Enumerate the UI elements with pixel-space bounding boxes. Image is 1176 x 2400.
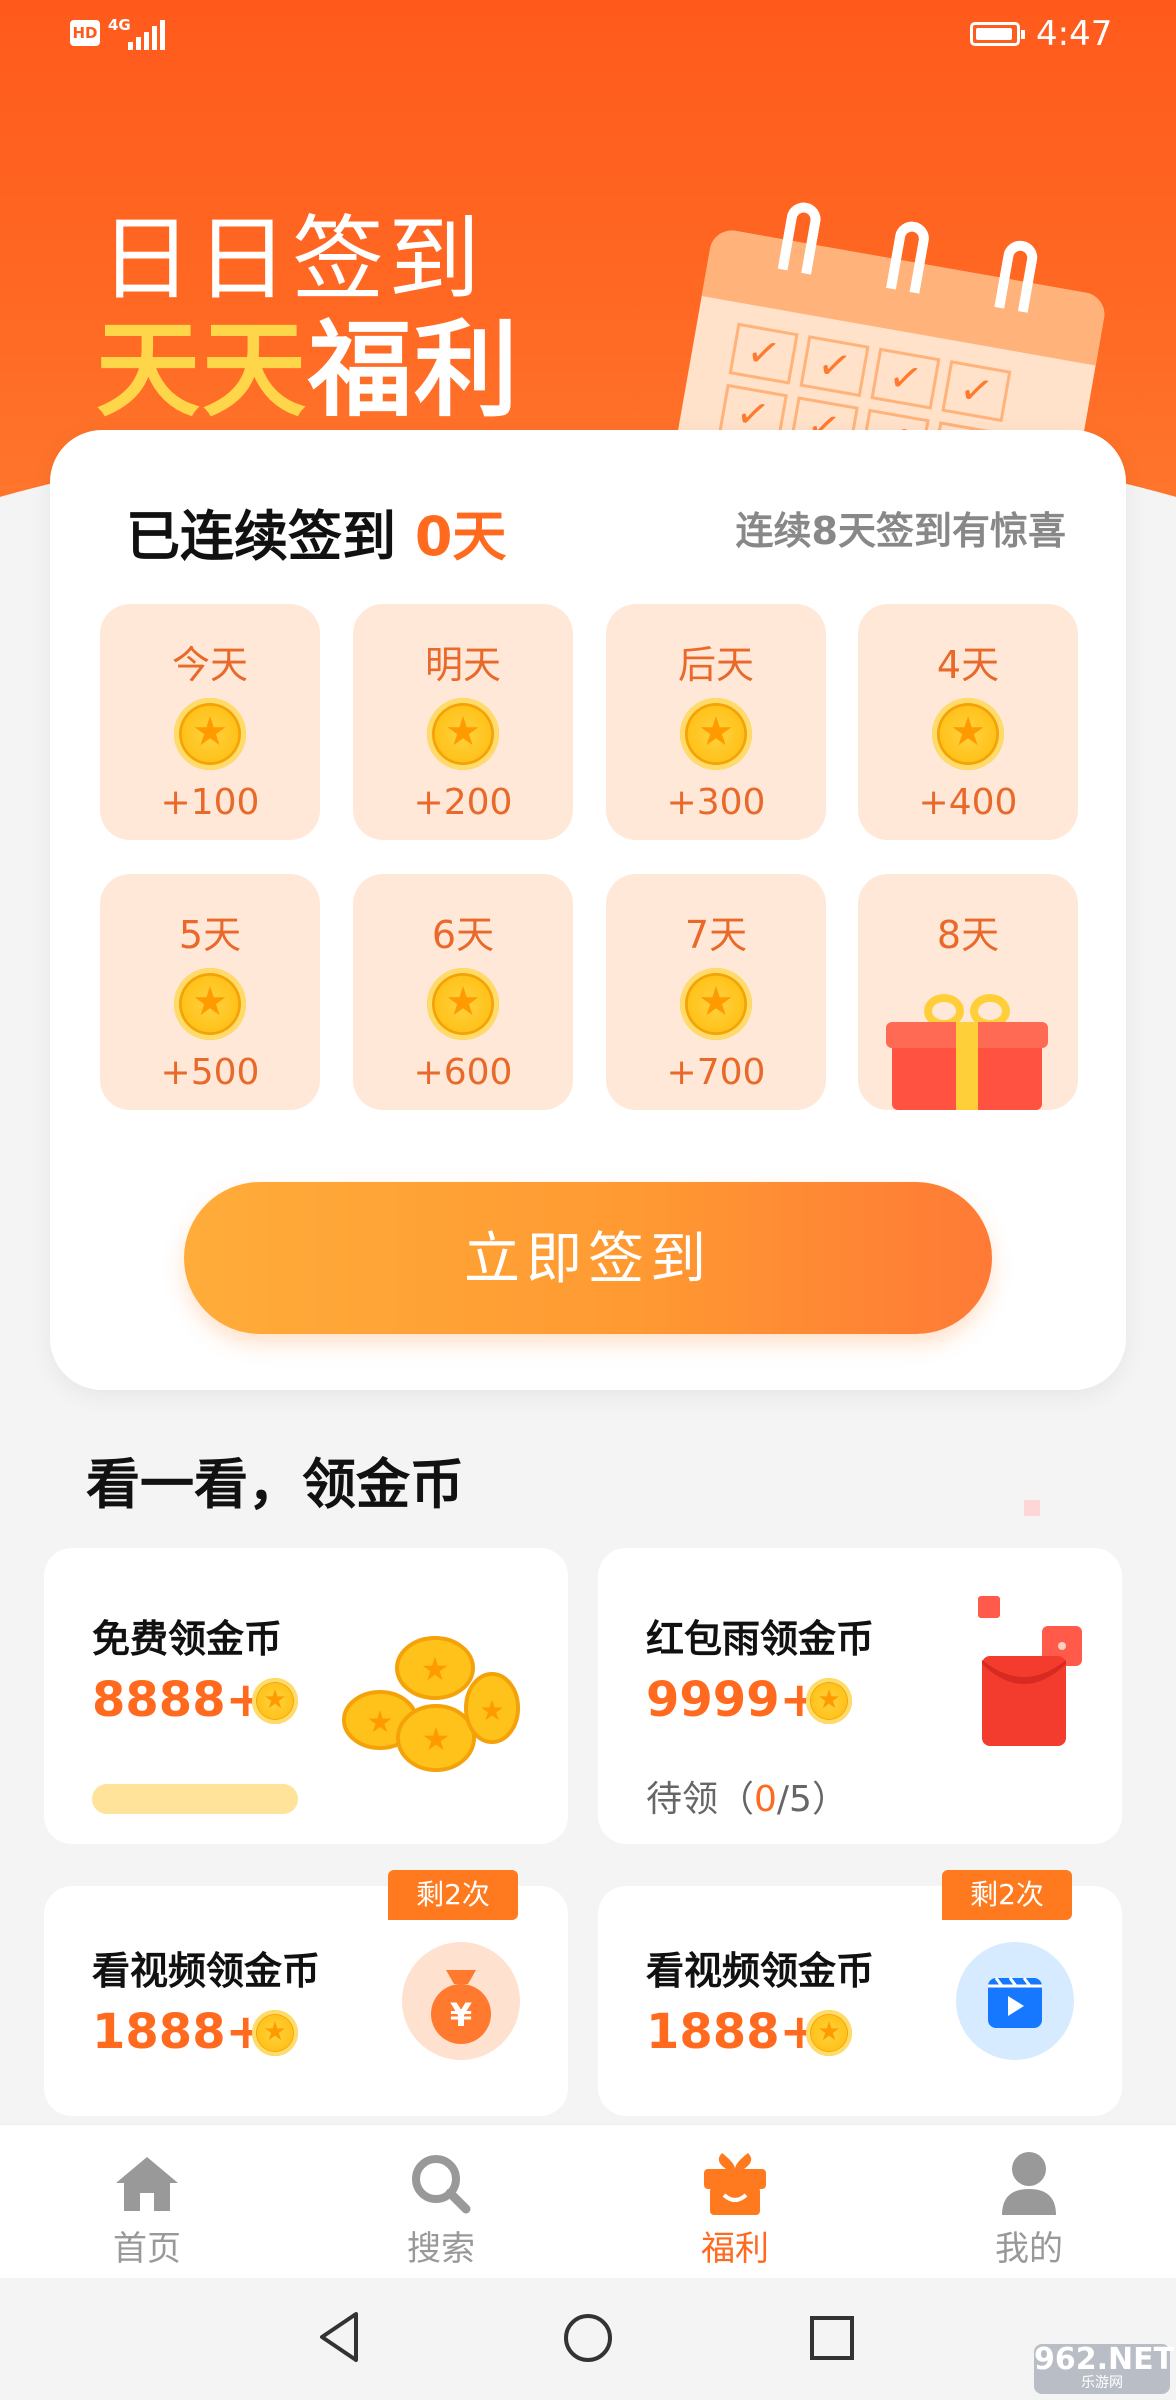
day-cell[interactable]: 6天 ★ +600 — [353, 874, 573, 1110]
streak-prefix: 已连续签到 — [126, 505, 415, 568]
day-label: 明天 — [424, 643, 501, 687]
remaining-badge: 剩2次 — [388, 1870, 518, 1920]
card-amount: 1888+ — [646, 2004, 820, 2060]
coin-icon: ★ — [427, 698, 499, 770]
coin-icon: ★ — [806, 2010, 852, 2056]
svg-text:¥: ¥ — [450, 1996, 472, 2034]
nav-label: 首页 — [113, 2229, 181, 2269]
red-packet-rain-card[interactable]: 红包雨领金币 9999+ ★ 待领（0/5） — [598, 1548, 1122, 1844]
coin-icon: ★ — [174, 968, 246, 1040]
coin-icon: ★ — [806, 1678, 852, 1724]
home-icon — [116, 2157, 178, 2211]
day-cell[interactable]: 4天 ★ +400 — [858, 604, 1078, 840]
decor-dot — [1024, 1500, 1040, 1516]
coin-icon: ★ — [252, 2010, 298, 2056]
streak-text: 已连续签到 0天 — [126, 492, 506, 571]
day-label: 8天 — [936, 913, 1000, 957]
card-amount: 1888+ — [92, 2004, 266, 2060]
day-cell[interactable]: 后天 ★ +300 — [606, 604, 826, 840]
day-cell[interactable]: 7天 ★ +700 — [606, 874, 826, 1110]
pending-count: 待领（0/5） — [646, 1779, 848, 1820]
coin-icon: ★ — [252, 1678, 298, 1724]
gift-icon — [704, 2153, 766, 2215]
signal-icon — [128, 20, 168, 50]
watermark-logo: 962.NET 乐游网 — [1034, 2344, 1174, 2394]
back-icon[interactable] — [316, 2310, 362, 2364]
coin-pile-icon: ★ ★ ★ ★ — [342, 1636, 520, 1772]
red-envelope-icon — [978, 1596, 1082, 1746]
day-label: 6天 — [431, 913, 495, 957]
hero-title-white: 福利 — [308, 309, 521, 431]
nav-item-profile[interactable]: 我的 — [882, 2125, 1176, 2279]
bottom-nav: 首页 搜索 福利 我的 — [0, 2124, 1176, 2279]
day-cell[interactable]: 8天 — [858, 874, 1078, 1110]
card-title: 免费领金币 — [92, 1617, 283, 1661]
nav-item-home[interactable]: 首页 — [0, 2125, 294, 2279]
svg-text:★: ★ — [367, 1705, 394, 1740]
nav-label: 搜索 — [407, 2229, 475, 2269]
hd-badge: HD — [70, 20, 100, 46]
home-circle-icon[interactable] — [562, 2312, 614, 2364]
day-cell[interactable]: 5天 ★ +500 — [100, 874, 320, 1110]
sign-in-card: 已连续签到 0天 连续8天签到有惊喜 今天 ★ +100 明天 ★ +200 后… — [50, 430, 1126, 1390]
system-nav-bar — [0, 2278, 1176, 2400]
svg-text:★: ★ — [479, 1694, 504, 1727]
svg-text:★: ★ — [421, 1650, 450, 1688]
status-time: 4:47 — [1036, 14, 1113, 54]
card-title: 看视频领金币 — [92, 1949, 321, 1993]
money-bag-icon: ¥ — [402, 1942, 520, 2060]
coin-icon: ★ — [174, 698, 246, 770]
coin-icon: ★ — [427, 968, 499, 1040]
progress-bar — [92, 1784, 298, 1814]
day-points: +600 — [413, 1052, 513, 1093]
day-points: +500 — [160, 1052, 260, 1093]
card-title: 红包雨领金币 — [646, 1617, 875, 1661]
svg-text:★: ★ — [422, 1720, 451, 1758]
day-points: +100 — [160, 782, 260, 823]
card-amount: 8888+ — [92, 1672, 266, 1728]
video-coins-card[interactable]: 看视频领金币 1888+ ★ — [598, 1886, 1122, 2116]
day-points: +200 — [413, 782, 513, 823]
streak-days: 0天 — [414, 505, 507, 568]
day-label: 今天 — [171, 643, 248, 687]
sign-in-button[interactable]: 立即签到 — [184, 1182, 992, 1334]
card-title: 看视频领金币 — [646, 1949, 875, 1993]
day-label: 5天 — [178, 913, 242, 957]
day-label: 7天 — [684, 913, 748, 957]
day-cell[interactable]: 今天 ★ +100 — [100, 604, 320, 840]
day-label: 4天 — [936, 643, 1000, 687]
status-bar: HD 4G 4:47 — [0, 0, 1176, 72]
coin-icon: ★ — [932, 698, 1004, 770]
nav-label: 我的 — [995, 2229, 1063, 2269]
day-points: +300 — [666, 782, 766, 823]
hero-title-yellow: 天天 — [96, 309, 309, 431]
coin-icon: ★ — [680, 968, 752, 1040]
nav-item-search[interactable]: 搜索 — [294, 2125, 588, 2279]
day-cell[interactable]: 明天 ★ +200 — [353, 604, 573, 840]
day-points: +400 — [918, 782, 1018, 823]
coin-icon: ★ — [680, 698, 752, 770]
streak-hint: 连续8天签到有惊喜 — [735, 509, 1066, 553]
nav-label: 福利 — [701, 2229, 769, 2269]
search-icon — [412, 2155, 471, 2214]
free-coins-card[interactable]: 免费领金币 8888+ ★ ★ ★ ★ ★ — [44, 1548, 568, 1844]
user-icon — [1002, 2152, 1056, 2215]
section-title: 看一看，领金币 — [86, 1453, 464, 1516]
video-play-icon — [956, 1942, 1074, 2060]
remaining-badge: 剩2次 — [942, 1870, 1072, 1920]
day-points: +700 — [666, 1052, 766, 1093]
hero-title-line2: 天天福利 — [96, 285, 520, 436]
nav-item-welfare[interactable]: 福利 — [588, 2125, 882, 2279]
recents-square-icon[interactable] — [808, 2314, 856, 2362]
card-amount: 9999+ — [646, 1672, 820, 1728]
gift-box-icon — [886, 994, 1048, 1110]
battery-icon — [970, 22, 1025, 46]
day-label: 后天 — [677, 643, 754, 687]
video-coins-card[interactable]: 看视频领金币 1888+ ★ ¥ — [44, 1886, 568, 2116]
